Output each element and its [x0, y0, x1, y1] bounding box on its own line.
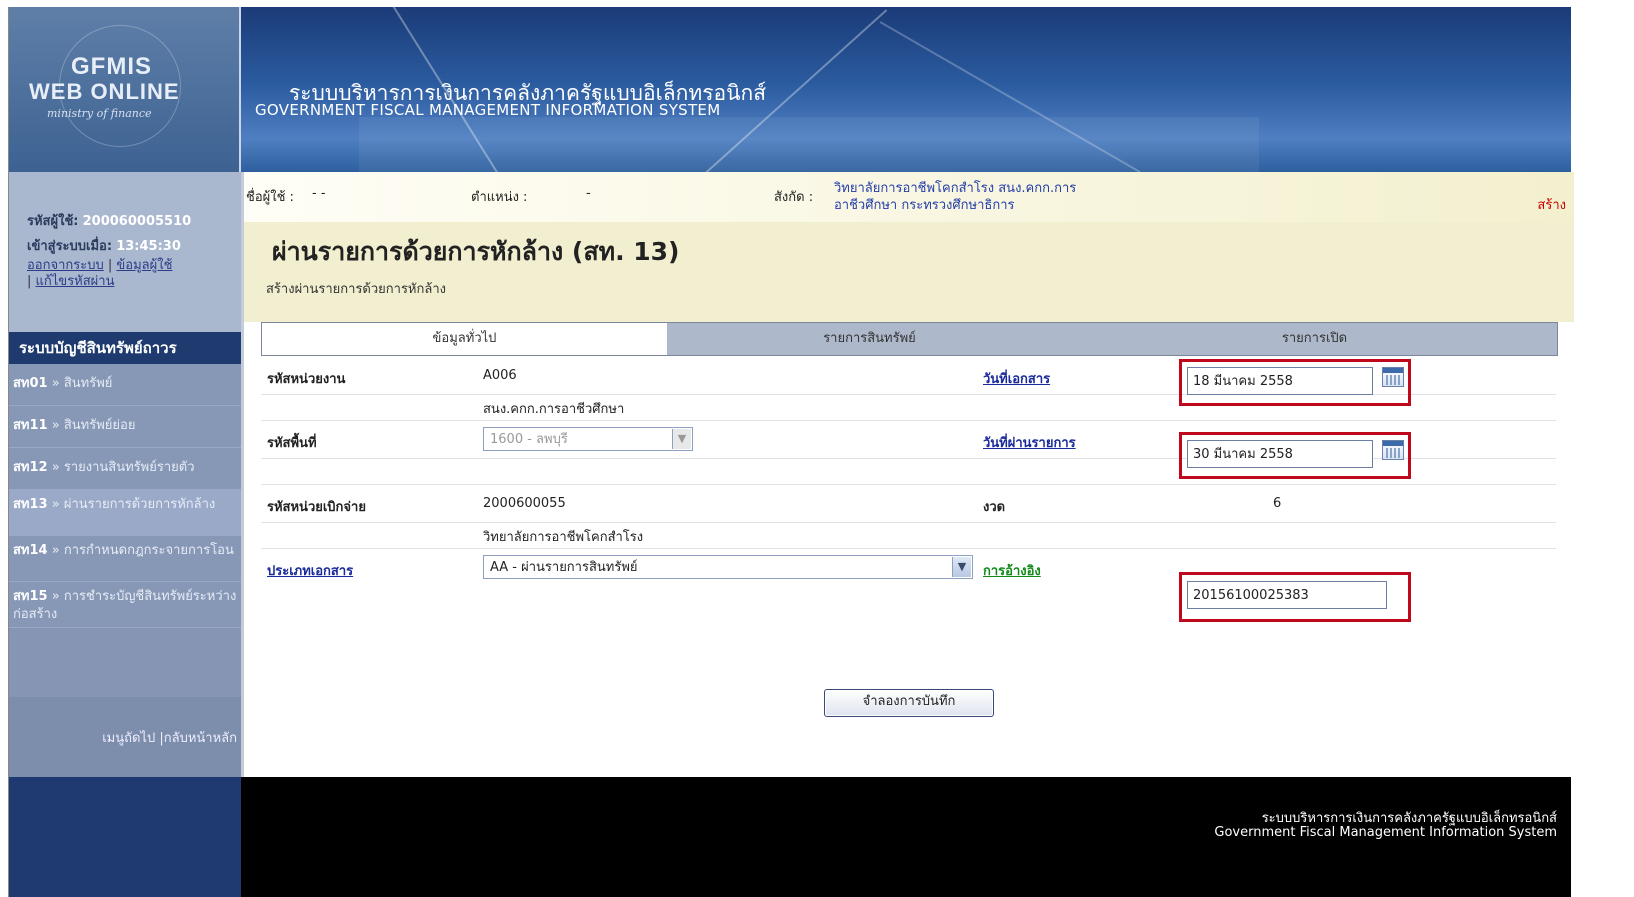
chevron-icon: » — [51, 460, 60, 475]
post-date-input[interactable]: 30 มีนาคม 2558 — [1187, 440, 1373, 468]
sidebar-nav-links[interactable]: เมนูถัดไป |กลับหน้าหลัก — [102, 727, 237, 748]
user-id-value: 200060005510 — [82, 214, 192, 229]
logo-text-line3: ministry of finance — [47, 107, 152, 120]
mode-indicator: สร้าง — [1537, 198, 1566, 213]
chevron-down-icon: ▼ — [952, 557, 971, 577]
chevron-down-icon: ▼ — [672, 429, 691, 449]
affiliation-label: สังกัด : — [774, 190, 814, 205]
area-code-label: รหัสพื้นที่ — [267, 436, 317, 451]
sidebar: รหัสผู้ใช้: 200060005510 เข้าสู่ระบบเมื่… — [9, 172, 241, 777]
disbursing-unit-name: วิทยาลัยการอาชีพโคกสำโรง — [483, 530, 644, 545]
tab-bar: ข้อมูลทั่วไป รายการสินทรัพย์ รายการเปิด — [261, 322, 1558, 356]
sidebar-item-st14[interactable]: สท14 » การกำหนดกฎกระจายการโอน — [9, 536, 241, 582]
sidebar-heading: ระบบบัญชีสินทรัพย์ถาวร — [9, 332, 241, 364]
user-info-panel: รหัสผู้ใช้: 200060005510 เข้าสู่ระบบเมื่… — [9, 172, 241, 332]
period-label: งวด — [983, 500, 1006, 515]
user-id-row: รหัสผู้ใช้: 200060005510 — [27, 210, 191, 231]
tab-open-items[interactable]: รายการเปิด — [1072, 323, 1557, 355]
menu-label: รายงานสินทรัพย์รายตัว — [63, 460, 195, 475]
chevron-icon: » — [51, 589, 60, 604]
chevron-icon: » — [51, 543, 60, 558]
page: GFMIS WEB ONLINE ministry of finance ระบ… — [8, 7, 1574, 897]
username-label: ชื่อผู้ใช้ : — [246, 190, 294, 205]
menu-code: สท12 — [13, 460, 48, 475]
affiliation-line1: วิทยาลัยการอาชีพโคกสำโรง สนง.คกก.การ — [834, 181, 1077, 196]
agency-name-value: สนง.คกก.การอาชีวศึกษา — [483, 402, 625, 417]
sidebar-item-st12[interactable]: สท12 » รายงานสินทรัพย์รายตัว — [9, 448, 241, 490]
chevron-icon: » — [51, 418, 60, 433]
logo-text-line2: WEB ONLINE — [29, 79, 180, 104]
area-code-value: 1600 - ลพบุรี — [490, 432, 568, 447]
simulate-save-button[interactable]: จำลองการบันทึก — [824, 689, 994, 717]
menu-code: สท14 — [13, 543, 48, 558]
agency-code-value: A006 — [483, 368, 517, 383]
tab-asset-items[interactable]: รายการสินทรัพย์ — [667, 323, 1072, 355]
position-label: ตำแหน่ง : — [471, 190, 528, 205]
calendar-icon[interactable] — [1382, 440, 1404, 460]
agency-code-label: รหัสหน่วยงาน — [267, 372, 346, 387]
page-title: ผ่านรายการด้วยการหักล้าง (สท. 13) — [272, 237, 680, 266]
login-time-value: 13:45:30 — [116, 239, 181, 254]
footer-title-en: Government Fiscal Management Information… — [1214, 825, 1557, 840]
header-banner: GFMIS WEB ONLINE ministry of finance ระบ… — [9, 7, 1571, 172]
tab-general-info[interactable]: ข้อมูลทั่วไป — [262, 323, 667, 355]
footer-sidebar-block — [9, 777, 241, 897]
login-time-row: เข้าสู่ระบบเมื่อ: 13:45:30 — [27, 235, 181, 256]
gfmis-logo[interactable]: GFMIS WEB ONLINE ministry of finance — [9, 7, 241, 172]
page-subtitle: สร้างผ่านรายการด้วยการหักล้าง — [266, 282, 446, 297]
user-links: ออกจากระบบ | ข้อมูลผู้ใช้ | แก้ไขรหัสผ่าน — [27, 258, 173, 289]
page-title-area: ผ่านรายการด้วยการหักล้าง (สท. 13) สร้างผ… — [244, 222, 1574, 322]
chevron-icon: » — [51, 497, 60, 512]
sidebar-item-st11[interactable]: สท11 » สินทรัพย์ย่อย — [9, 406, 241, 448]
form-row: รหัสหน่วยเบิกจ่าย 2000600055 งวด 6 — [261, 484, 1556, 523]
sidebar-item-st01[interactable]: สท01 » สินทรัพย์ — [9, 364, 241, 406]
chevron-icon: » — [51, 376, 60, 391]
change-password-link[interactable]: แก้ไขรหัสผ่าน — [36, 274, 115, 289]
doc-type-label[interactable]: ประเภทเอกสาร — [267, 560, 353, 581]
menu-label: การกำหนดกฎกระจายการโอน — [63, 543, 234, 558]
menu-code: สท15 — [13, 589, 48, 604]
post-date-label[interactable]: วันที่ผ่านรายการ — [983, 432, 1076, 453]
footer: ระบบบริหารการเงินการคลังภาครัฐแบบอิเล็กท… — [9, 777, 1571, 897]
logo-text-line1: GFMIS — [71, 53, 152, 80]
calendar-icon[interactable] — [1382, 367, 1404, 387]
logout-link[interactable]: ออกจากระบบ — [27, 258, 104, 273]
period-value: 6 — [1273, 496, 1282, 511]
reference-label[interactable]: การอ้างอิง — [983, 560, 1041, 581]
sidebar-item-st15[interactable]: สท15 » การชำระบัญชีสินทรัพย์ระหว่างก่อสร… — [9, 582, 241, 628]
menu-label: ผ่านรายการด้วยการหักล้าง — [63, 497, 216, 512]
doc-type-value: AA - ผ่านรายการสินทรัพย์ — [490, 560, 638, 575]
main-content: ชื่อผู้ใช้ : - - ตำแหน่ง : - สังกัด : วิ… — [241, 172, 1574, 777]
reference-input[interactable]: 20156100025383 — [1187, 581, 1387, 609]
disbursing-unit-value: 2000600055 — [483, 496, 566, 511]
position-value: - — [586, 186, 591, 201]
form-row: วิทยาลัยการอาชีพโคกสำโรง — [261, 522, 1556, 549]
system-title-en: GOVERNMENT FISCAL MANAGEMENT INFORMATION… — [255, 101, 721, 119]
doc-type-select[interactable]: AA - ผ่านรายการสินทรัพย์ ▼ — [483, 555, 973, 579]
menu-label: สินทรัพย์ย่อย — [63, 418, 136, 433]
menu-code: สท11 — [13, 418, 48, 433]
user-profile-link[interactable]: ข้อมูลผู้ใช้ — [116, 258, 172, 273]
affiliation-value: วิทยาลัยการอาชีพโคกสำโรง สนง.คกก.การ อาช… — [834, 180, 1076, 214]
area-code-select[interactable]: 1600 - ลพบุรี ▼ — [483, 427, 693, 451]
affiliation-line2: อาชีวศึกษา กระทรวงศึกษาธิการ — [834, 198, 1015, 213]
menu-code: สท13 — [13, 497, 48, 512]
sidebar-item-st13[interactable]: สท13 » ผ่านรายการด้วยการหักล้าง — [9, 490, 241, 536]
menu-label: สินทรัพย์ — [63, 376, 113, 391]
login-time-label: เข้าสู่ระบบเมื่อ: — [27, 239, 113, 254]
sidebar-footer: เมนูถัดไป |กลับหน้าหลัก — [9, 697, 241, 777]
doc-date-label[interactable]: วันที่เอกสาร — [983, 368, 1050, 389]
menu-code: สท01 — [13, 376, 48, 391]
doc-date-input[interactable]: 18 มีนาคม 2558 — [1187, 367, 1373, 395]
disbursing-unit-label: รหัสหน่วยเบิกจ่าย — [267, 500, 366, 515]
user-id-label: รหัสผู้ใช้: — [27, 214, 79, 229]
user-info-bar: ชื่อผู้ใช้ : - - ตำแหน่ง : - สังกัด : วิ… — [244, 172, 1574, 222]
username-value: - - — [312, 186, 326, 201]
